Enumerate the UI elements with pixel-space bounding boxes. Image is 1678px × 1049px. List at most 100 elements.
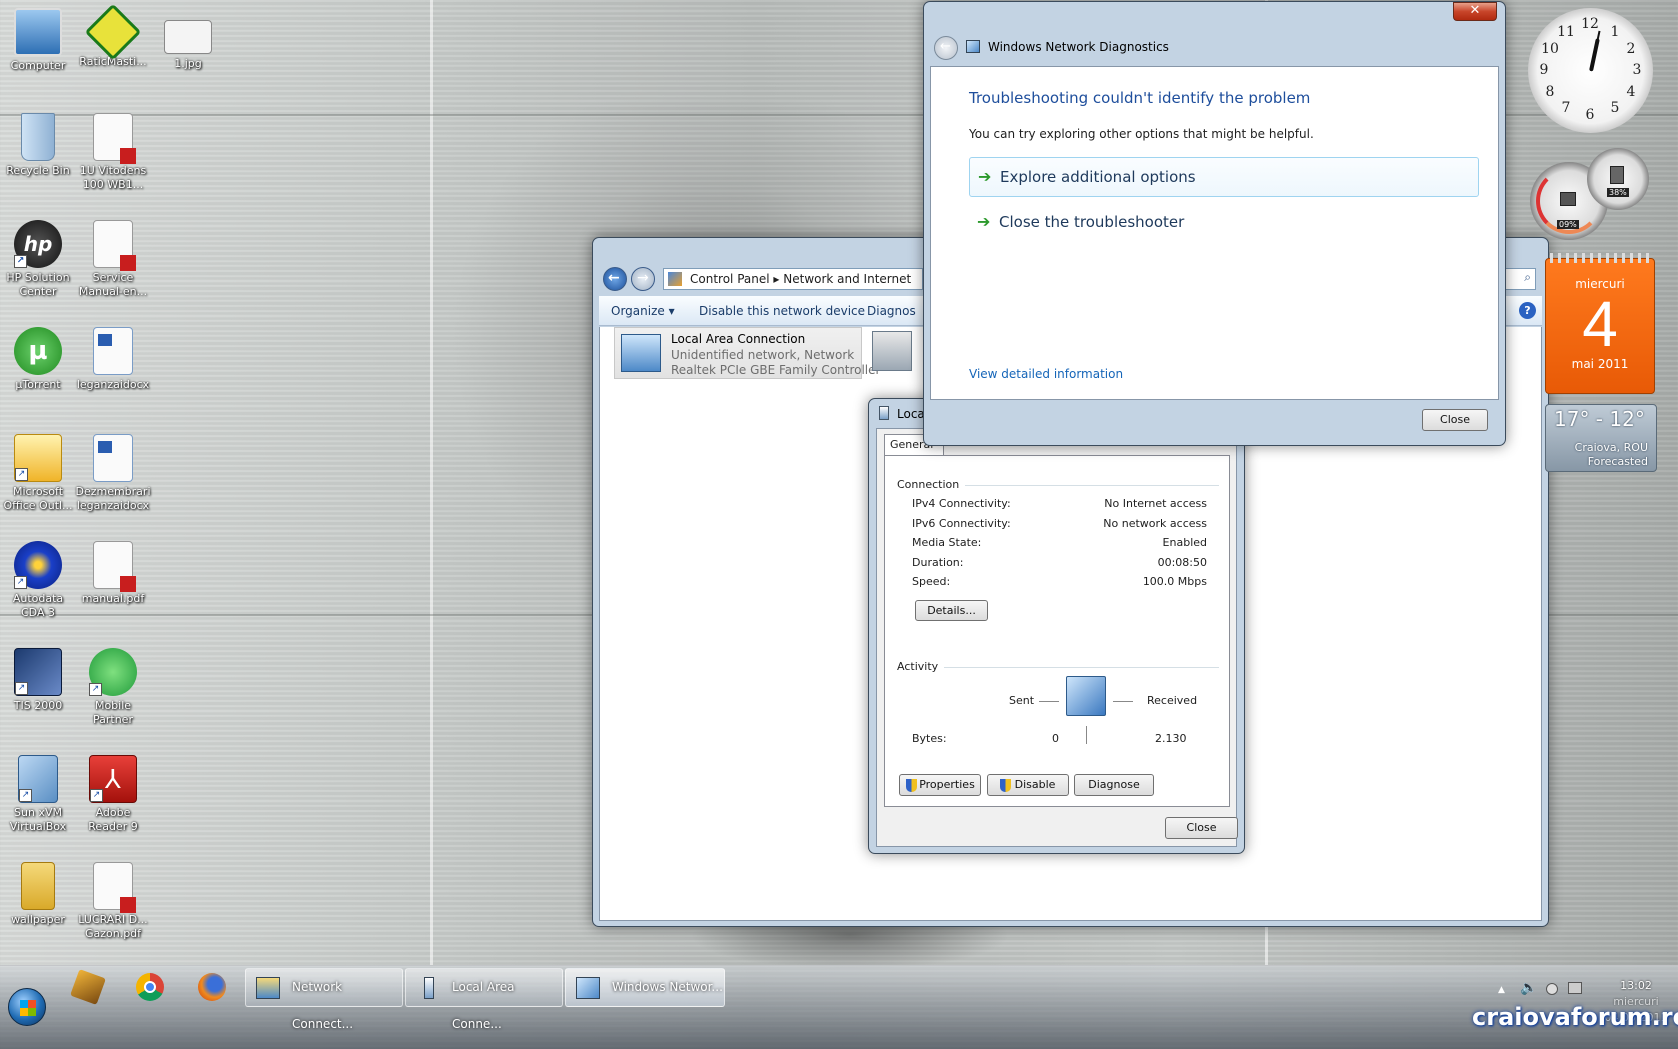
bytes-received-value: 2.130 — [1155, 732, 1187, 745]
firefox-icon — [198, 973, 226, 1001]
start-button[interactable] — [8, 988, 46, 1026]
weather-gadget[interactable]: 17° - 12° Craiova, ROU Forecasted — [1545, 404, 1657, 472]
desktop-icon-recycle-bin[interactable]: Recycle Bin — [0, 113, 76, 178]
duration-value: 00:08:50 — [1157, 556, 1207, 569]
explore-additional-options[interactable]: ➔ Explore additional options — [969, 157, 1479, 197]
breadcrumb-control-panel[interactable]: Control Panel — [690, 272, 770, 286]
desktop-icon-manual-pdf[interactable]: manual.pdf — [75, 541, 151, 606]
desktop-icon-vitodens[interactable]: 1U Vitodens 100 WB1... — [75, 113, 151, 192]
shield-icon — [906, 779, 917, 792]
network-diagnostics-window[interactable]: ✕ ← Windows Network Diagnostics Troubles… — [923, 1, 1506, 446]
calendar-gadget[interactable]: miercuri 4 mai 2011 — [1545, 253, 1655, 394]
properties-button[interactable]: Properties — [899, 774, 981, 796]
desktop-icon-label: LUCRARI D... Gazon.pdf — [78, 913, 148, 940]
network-activity-icon — [1066, 676, 1106, 716]
winamp-icon — [70, 969, 106, 1005]
forward-button[interactable]: → — [631, 267, 655, 291]
diagnostics-close-button[interactable]: Close — [1422, 409, 1488, 431]
word-document-icon — [93, 327, 133, 375]
desktop-icon-service-manual[interactable]: Service Manual-en... — [75, 220, 151, 299]
ipv4-value: No Internet access — [1104, 497, 1207, 510]
taskbar-chrome[interactable] — [130, 969, 170, 1005]
shortcut-arrow-icon: ↗ — [15, 682, 28, 695]
view-detailed-information-link[interactable]: View detailed information — [969, 367, 1123, 381]
desktop-icon-label: Computer — [10, 59, 66, 72]
green-arrow-icon: ➔ — [978, 167, 992, 186]
desktop-icon-raticmasti[interactable]: RaticMasti... — [75, 3, 151, 69]
network-adapter-icon — [621, 334, 661, 372]
disable-button[interactable]: Disable — [987, 774, 1069, 796]
desktop-icon-hp-solution-center[interactable]: hp ↗ HP Solution Center — [0, 220, 76, 299]
desktop-icon-label: Dezmembrari leganzaidocx — [75, 485, 151, 512]
clock-number: 3 — [1632, 62, 1642, 78]
diagnose-button[interactable]: Diagnos — [867, 304, 916, 318]
taskbar-time: 13:02 — [1620, 979, 1652, 992]
status-close-button[interactable]: Close — [1165, 817, 1238, 839]
connection-name: Local Area Connection — [671, 332, 806, 346]
breadcrumb-network-internet[interactable]: Network and Internet — [783, 272, 911, 286]
back-button[interactable]: ← — [603, 267, 627, 291]
calendar-rings — [1550, 253, 1652, 263]
details-button[interactable]: Details... — [915, 600, 988, 621]
diagnostics-app-icon — [576, 977, 600, 999]
second-adapter-icon[interactable] — [872, 331, 912, 371]
taskbar-firefox[interactable] — [192, 969, 232, 1005]
taskbar-task-network-connections[interactable]: Network Connect... — [245, 968, 403, 1031]
desktop-icon-autodata[interactable]: ↗ Autodata CDA 3 — [0, 541, 76, 620]
computer-icon — [14, 8, 62, 56]
address-bar[interactable]: Control Panel ▸ Network and Internet — [663, 268, 923, 290]
desktop-icon-leganzaidocx[interactable]: leganzaidocx — [75, 327, 151, 392]
memory-meter-gadget[interactable]: 38% — [1587, 148, 1649, 210]
desktop-icon-utorrent[interactable]: µ µTorrent — [0, 327, 76, 392]
disable-button-label: Disable — [1014, 778, 1056, 791]
wallpaper-line — [430, 0, 433, 965]
organize-menu[interactable]: Organize ▾ — [611, 304, 675, 318]
taskbar-pinned-app[interactable] — [68, 969, 108, 1005]
desktop-icon-wallpaper[interactable]: wallpaper — [0, 862, 76, 927]
desktop-icon-adobe-reader[interactable]: ⅄ ↗ Adobe Reader 9 — [75, 755, 151, 834]
diagnostics-subtext: You can try exploring other options that… — [969, 127, 1314, 141]
tis-icon: ↗ — [14, 648, 62, 696]
desktop-icon-dezmembrari[interactable]: Dezmembrari leganzaidocx — [75, 434, 151, 513]
desktop-icon-label: Autodata CDA 3 — [12, 592, 64, 619]
desktop-icon-virtualbox[interactable]: ↗ Sun xVM VirtualBox — [0, 755, 76, 834]
breadcrumb-separator-icon: ▸ — [773, 272, 784, 286]
local-area-connection-item[interactable]: Local Area Connection Unidentified netwo… — [614, 327, 880, 379]
desktop-icon-lucrari[interactable]: LUCRARI D... Gazon.pdf — [75, 862, 151, 941]
desktop-icon-outlook[interactable]: ↗ Microsoft Office Outl... — [0, 434, 76, 513]
desktop-icon-1jpg[interactable]: 1.jpg — [150, 8, 226, 71]
show-hidden-icons-button[interactable]: ▲ — [1498, 985, 1505, 995]
connection-status-dialog[interactable]: Local General Connection IPv4 Connectivi… — [868, 398, 1245, 854]
help-icon[interactable]: ? — [1519, 302, 1536, 319]
calendar-day-number: 4 — [1582, 288, 1618, 360]
disable-device-button[interactable]: Disable this network device — [699, 304, 865, 318]
volume-icon[interactable]: 🔈 — [1520, 980, 1537, 996]
explore-options-label: Explore additional options — [1000, 168, 1196, 186]
taskbar-task-local-area-connection[interactable]: Local Area Conne... — [405, 968, 563, 1031]
calendar-month: mai 2011 — [1571, 357, 1629, 371]
diagnostics-app-icon — [966, 40, 980, 53]
desktop-icon-tis-2000[interactable]: ↗ TIS 2000 — [0, 648, 76, 713]
diagnostics-back-button[interactable]: ← — [934, 36, 958, 60]
device-tray-icon[interactable] — [1568, 982, 1582, 994]
connection-adapter: Realtek PCIe GBE Family Controller — [671, 363, 881, 377]
desktop-icon-mobile-partner[interactable]: ↗ Mobile Partner — [75, 648, 151, 727]
clock-gadget[interactable]: 12 1 2 3 4 5 6 7 8 9 10 11 — [1528, 8, 1653, 133]
ipv6-value: No network access — [1103, 517, 1207, 530]
close-window-button[interactable]: ✕ — [1453, 2, 1497, 21]
adobe-reader-icon: ⅄ ↗ — [89, 755, 137, 803]
close-icon: ✕ — [1469, 3, 1481, 18]
desktop-icon-computer[interactable]: Computer — [0, 8, 76, 73]
connection-status: Unidentified network, Network — [671, 348, 855, 362]
sent-label: Sent — [1009, 694, 1035, 707]
taskbar-task-network-diagnostics[interactable]: Windows Networ... — [565, 968, 725, 1007]
shortcut-arrow-icon: ↗ — [89, 683, 102, 696]
clock-number: 5 — [1610, 100, 1620, 116]
ipv4-label: IPv4 Connectivity: — [912, 497, 1011, 510]
network-tray-icon[interactable] — [1546, 983, 1558, 995]
diagnose-dialog-button[interactable]: Diagnose — [1074, 774, 1154, 796]
shortcut-arrow-icon: ↗ — [90, 789, 103, 802]
desktop-icon-label: Adobe Reader 9 — [88, 806, 138, 833]
forward-arrow-icon: → — [637, 270, 649, 286]
close-troubleshooter-option[interactable]: ➔ Close the troubleshooter — [969, 203, 1479, 243]
